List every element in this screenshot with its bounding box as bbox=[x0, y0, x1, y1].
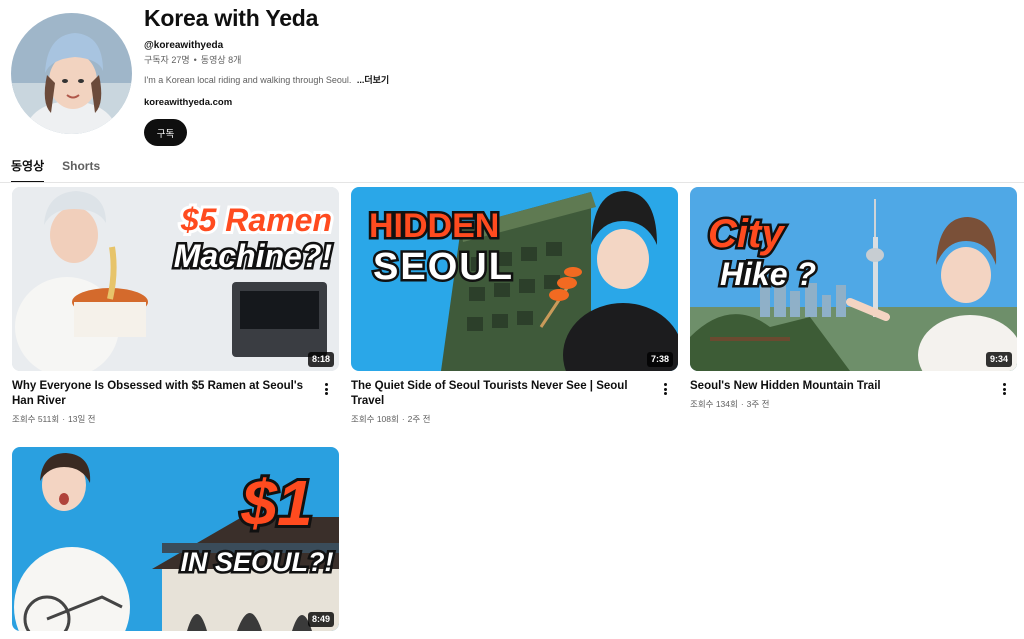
video-duration: 7:38 bbox=[646, 352, 673, 367]
more-link[interactable]: ...더보기 bbox=[357, 75, 389, 85]
thumb-text: City bbox=[708, 212, 785, 256]
upload-age: 13일 전 bbox=[68, 414, 96, 424]
view-count: 조회수 134회 bbox=[690, 399, 738, 409]
upload-age: 2주 전 bbox=[407, 414, 431, 424]
video-count: 동영상 8개 bbox=[200, 55, 242, 65]
subscriber-count: 구독자 27명 bbox=[144, 55, 190, 65]
video-duration: 8:49 bbox=[307, 612, 334, 627]
video-meta: 조회수 108회 · 2주 전 bbox=[351, 414, 678, 425]
video-card[interactable]: City Hike ? 9:34 Seoul's New Hidden Moun… bbox=[690, 187, 1017, 410]
thumb-text: Hike ? bbox=[720, 256, 816, 292]
channel-handle: @koreawithyeda bbox=[144, 40, 224, 51]
video-thumbnail[interactable]: HIDDEN SEOUL 7:38 bbox=[351, 187, 678, 371]
video-card[interactable]: $1 IN SEOUL?! 8:49 bbox=[12, 447, 339, 631]
subscribe-button[interactable]: 구독 bbox=[144, 119, 187, 146]
meta-separator: · bbox=[62, 414, 66, 424]
meta-separator: · bbox=[401, 414, 405, 424]
view-count: 조회수 511회 bbox=[12, 414, 60, 424]
thumb-text: HIDDEN bbox=[369, 207, 499, 245]
video-card[interactable]: $5 Ramen Machine?! 8:18 Why Everyone Is … bbox=[12, 187, 339, 425]
video-meta: 조회수 134회 · 3주 전 bbox=[690, 399, 1017, 410]
tab-divider bbox=[0, 182, 1024, 183]
stats-separator: • bbox=[193, 55, 197, 65]
video-title[interactable]: The Quiet Side of Seoul Tourists Never S… bbox=[351, 379, 651, 409]
channel-tabs: 동영상 Shorts bbox=[11, 159, 100, 183]
meta-separator: · bbox=[740, 399, 744, 409]
channel-description: I'm a Korean local riding and walking th… bbox=[144, 75, 744, 86]
video-thumbnail[interactable]: City Hike ? 9:34 bbox=[690, 187, 1017, 371]
video-meta: 조회수 511회 · 13일 전 bbox=[12, 414, 339, 425]
video-duration: 8:18 bbox=[307, 352, 334, 367]
video-duration: 9:34 bbox=[985, 352, 1012, 367]
video-title[interactable]: Why Everyone Is Obsessed with $5 Ramen a… bbox=[12, 379, 312, 409]
more-options-icon[interactable] bbox=[321, 381, 331, 397]
channel-website-link[interactable]: koreawithyeda.com bbox=[144, 97, 744, 108]
video-thumbnail[interactable]: $1 IN SEOUL?! 8:49 bbox=[12, 447, 339, 631]
channel-avatar[interactable] bbox=[11, 13, 132, 134]
more-options-icon[interactable] bbox=[660, 381, 670, 397]
tab-shorts[interactable]: Shorts bbox=[62, 159, 100, 183]
tab-videos[interactable]: 동영상 bbox=[11, 159, 45, 183]
thumb-text: $5 Ramen bbox=[180, 202, 332, 238]
description-text: I'm a Korean local riding and walking th… bbox=[144, 75, 352, 85]
view-count: 조회수 108회 bbox=[351, 414, 399, 424]
thumb-text: $1 bbox=[240, 467, 312, 539]
thumb-text: SEOUL bbox=[373, 246, 514, 288]
channel-title: Korea with Yeda bbox=[144, 5, 319, 31]
video-card[interactable]: HIDDEN SEOUL 7:38 The Quiet Side of Seou… bbox=[351, 187, 678, 425]
thumb-text: Machine?! bbox=[174, 238, 333, 274]
channel-header: Korea with Yeda @koreawithyeda 구독자 27명 •… bbox=[144, 4, 744, 146]
video-thumbnail[interactable]: $5 Ramen Machine?! 8:18 bbox=[12, 187, 339, 371]
thumb-text: IN SEOUL?! bbox=[181, 547, 334, 577]
channel-stats: 구독자 27명 • 동영상 8개 bbox=[144, 55, 744, 66]
upload-age: 3주 전 bbox=[746, 399, 770, 409]
more-options-icon[interactable] bbox=[999, 381, 1009, 397]
video-title[interactable]: Seoul's New Hidden Mountain Trail bbox=[690, 379, 990, 394]
